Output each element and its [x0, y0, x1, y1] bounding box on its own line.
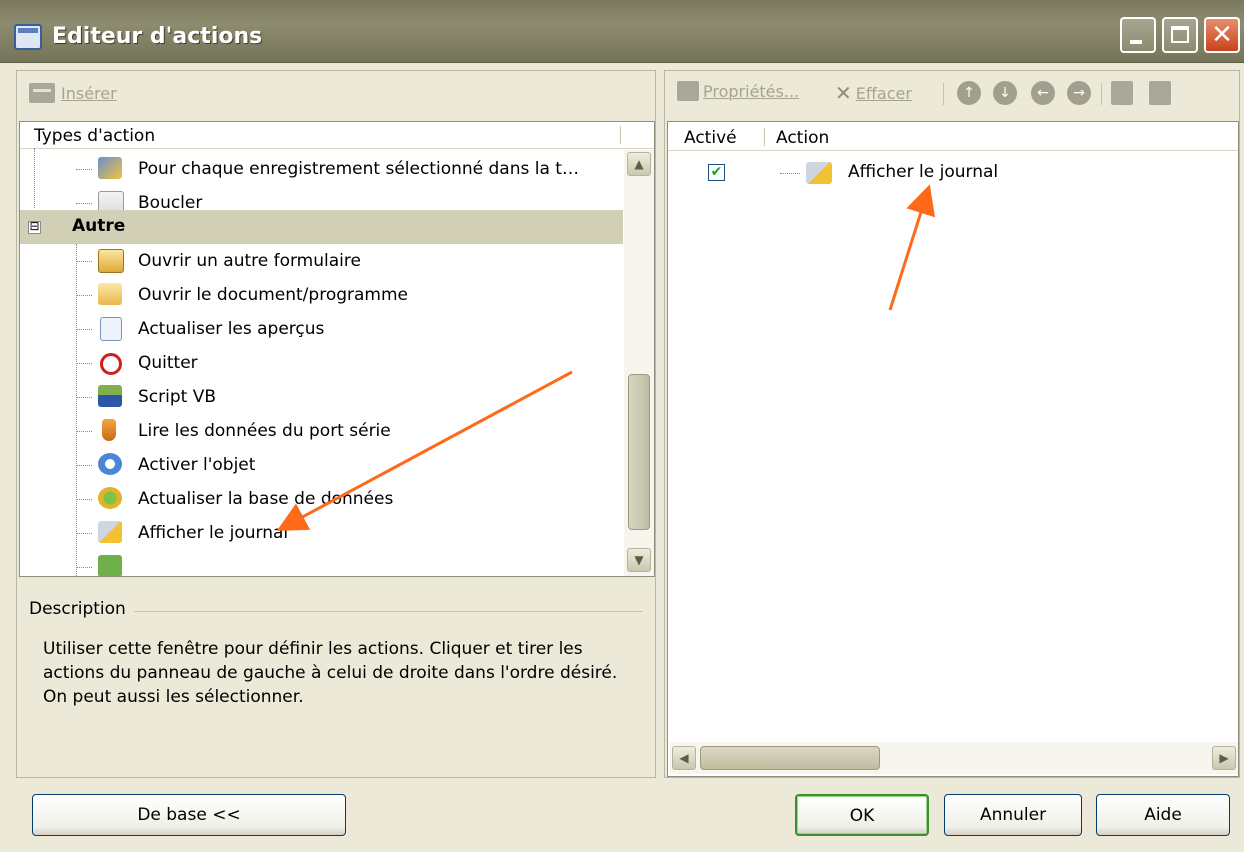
actions-list[interactable]: Activé Action ✔ Afficher le journal ◀ ▶ — [667, 121, 1239, 777]
copy-icon[interactable] — [1111, 81, 1133, 105]
action-types-panel: Insérer Types d'action Pour chaque enreg… — [16, 70, 656, 778]
activate-object-icon — [98, 453, 122, 475]
open-document-icon — [98, 283, 122, 305]
tree-item-label: Lire les données du port série — [138, 421, 391, 441]
tree-item[interactable]: Script VB — [20, 380, 620, 414]
scroll-left-button[interactable]: ◀ — [672, 746, 696, 770]
refresh-database-icon — [98, 487, 122, 509]
show-log-icon — [806, 162, 832, 184]
collapse-icon[interactable]: ⊟ — [28, 220, 41, 234]
close-icon: ✕ — [1211, 20, 1233, 50]
scroll-right-button[interactable]: ▶ — [1212, 746, 1236, 770]
serial-port-icon — [102, 419, 116, 441]
properties-button[interactable]: Propriétés... — [677, 81, 799, 101]
tree-item[interactable]: Actualiser les aperçus — [20, 312, 620, 346]
foreach-records-icon — [98, 157, 122, 179]
tree-item[interactable]: Ouvrir un autre formulaire — [20, 244, 620, 278]
properties-icon — [677, 81, 699, 101]
insert-button[interactable]: Insérer — [29, 83, 117, 103]
insert-label: Insérer — [61, 83, 117, 103]
tree-item-label: Ouvrir un autre formulaire — [138, 251, 361, 271]
move-down-icon[interactable]: ↓ — [993, 81, 1017, 105]
description-group: Description Utiliser cette fenêtre pour … — [17, 587, 655, 777]
ok-button[interactable]: OK — [795, 794, 929, 836]
tree-column-header[interactable]: Types d'action — [20, 122, 654, 149]
tree-item-label: Actualiser la base de données — [138, 489, 394, 509]
tree-item[interactable]: Actualiser la base de données — [20, 482, 620, 516]
show-log-icon — [98, 521, 122, 543]
scroll-up-button[interactable]: ▲ — [627, 152, 651, 176]
tree-item[interactable]: Lire les données du port série — [20, 414, 620, 448]
tree-item[interactable]: Activer l'objet — [20, 448, 620, 482]
tree-item[interactable]: Afficher le journal — [20, 516, 620, 550]
enabled-checkbox[interactable]: ✔ — [708, 164, 725, 181]
column-header-action[interactable]: Action — [776, 128, 829, 148]
insert-icon — [29, 83, 55, 103]
title-bar[interactable]: Editeur d'actions ✕ — [0, 0, 1244, 63]
right-toolbar: Propriétés... ✕ Effacer ↑ ↓ ← → — [665, 71, 1239, 117]
paste-icon[interactable] — [1149, 81, 1171, 105]
action-editor-window: Editeur d'actions ✕ Insérer Types d'acti… — [0, 0, 1244, 852]
action-types-tree[interactable]: Types d'action Pour chaque enregistremen… — [19, 121, 655, 577]
list-horizontal-scrollbar[interactable]: ◀ ▶ — [670, 742, 1238, 774]
basic-mode-button[interactable]: De base << — [32, 794, 346, 836]
move-left-icon[interactable]: ← — [1031, 81, 1055, 105]
open-form-icon — [98, 249, 124, 273]
tree-item-label: Pour chaque enregistrement sélectionné d… — [138, 159, 579, 179]
tree-item[interactable]: Pour chaque enregistrement sélectionné d… — [20, 152, 620, 186]
minimize-button[interactable] — [1120, 17, 1156, 53]
properties-label: Propriétés... — [703, 81, 800, 101]
delete-icon: ✕ — [835, 81, 852, 105]
delete-label: Effacer — [855, 83, 912, 103]
cancel-button[interactable]: Annuler — [944, 794, 1082, 836]
close-button[interactable]: ✕ — [1204, 17, 1240, 53]
action-row-label[interactable]: Afficher le journal — [848, 162, 998, 182]
tree-header-label: Types d'action — [34, 126, 156, 146]
tree-item[interactable]: Quitter — [20, 346, 620, 380]
tree-item-label: Afficher le journal — [138, 523, 289, 543]
tree-group-autre[interactable]: ⊟ Autre — [20, 210, 623, 244]
group-label: Autre — [72, 216, 126, 236]
partial-item-icon — [98, 555, 122, 576]
scroll-down-button[interactable]: ▼ — [627, 548, 651, 572]
window-title: Editeur d'actions — [52, 24, 263, 49]
help-button[interactable]: Aide — [1096, 794, 1230, 836]
description-title: Description — [29, 599, 134, 619]
delete-button[interactable]: ✕ Effacer — [835, 81, 912, 105]
move-up-icon[interactable]: ↑ — [957, 81, 981, 105]
window-icon — [14, 24, 42, 50]
tree-item[interactable]: Ouvrir le document/programme — [20, 278, 620, 312]
scroll-thumb[interactable] — [628, 374, 650, 530]
refresh-previews-icon — [100, 317, 122, 341]
tree-item-label: Quitter — [138, 353, 198, 373]
tree-item-label: Script VB — [138, 387, 217, 407]
quit-icon — [100, 353, 122, 375]
tree-item[interactable] — [20, 550, 620, 576]
tree-item-label: Activer l'objet — [138, 455, 256, 475]
tree-item-label: Ouvrir le document/programme — [138, 285, 408, 305]
list-column-headers: Activé Action — [668, 122, 1238, 151]
tree-vertical-scrollbar[interactable]: ▲ ▼ — [624, 150, 654, 576]
left-toolbar: Insérer — [17, 71, 655, 117]
column-header-enabled[interactable]: Activé — [684, 128, 737, 148]
tree-item-label: Actualiser les aperçus — [138, 319, 325, 339]
selected-actions-panel: Propriétés... ✕ Effacer ↑ ↓ ← → Activé A… — [664, 70, 1240, 778]
description-text: Utiliser cette fenêtre pour définir les … — [43, 639, 618, 707]
horizontal-scroll-thumb[interactable] — [700, 746, 880, 770]
move-right-icon[interactable]: → — [1067, 81, 1091, 105]
vb-script-icon — [98, 385, 122, 407]
maximize-button[interactable] — [1162, 17, 1198, 53]
